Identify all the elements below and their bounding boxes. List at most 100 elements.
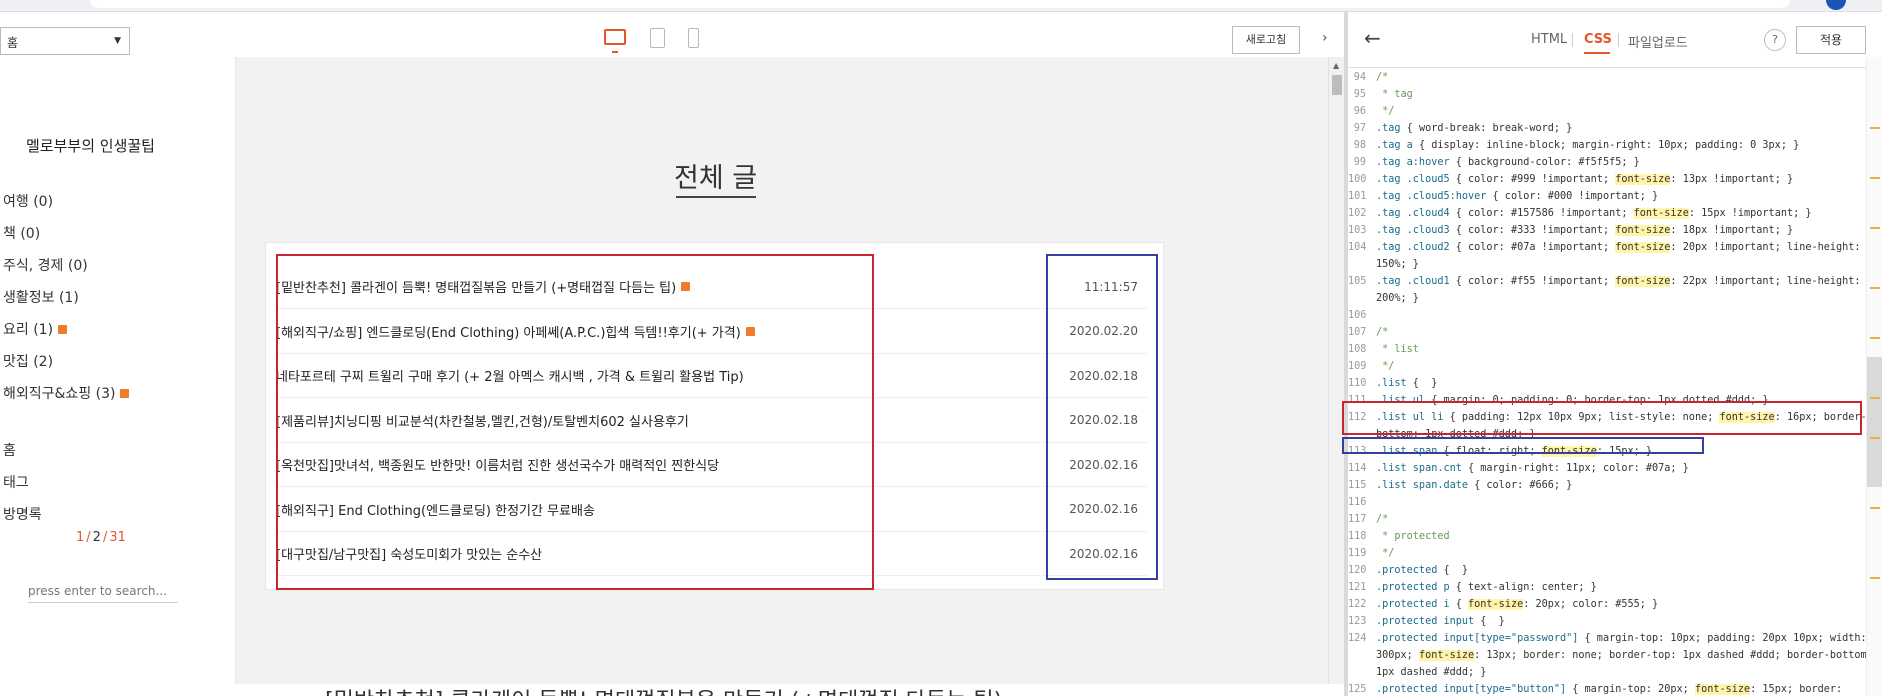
scrollbar-thumb[interactable] (1332, 75, 1342, 95)
category-label: 해외직구&쇼핑 (3) (3, 386, 116, 402)
scroll-up-icon[interactable]: ▲ (1333, 61, 1339, 70)
category-item[interactable]: 주식, 경제 (0) (3, 249, 129, 281)
new-badge-icon (120, 388, 130, 398)
minimap-marker (1870, 577, 1880, 579)
code-line[interactable]: 110 .list { } (1348, 375, 1882, 392)
category-item[interactable]: 맛집 (2) (3, 345, 129, 377)
code-text: 1px dashed #ddd; } (1370, 664, 1486, 681)
code-line[interactable]: 102 .tag .cloud4 { color: #157586 !import… (1348, 205, 1882, 222)
pager-last[interactable]: 31 (109, 530, 126, 545)
code-line[interactable]: 96 */ (1348, 103, 1882, 120)
code-token: font-size (1615, 242, 1671, 253)
tab-css[interactable]: CSS (1584, 32, 1612, 47)
code-line[interactable]: 114 .list span.cnt { margin-right: 11px; … (1348, 460, 1882, 477)
code-text: .protected input[type="button"] { margin… (1370, 681, 1842, 696)
code-text: .protected input { } (1370, 613, 1505, 630)
css-code-editor[interactable]: 94/* 95 * tag 96 */97 .tag { word-break: br… (1348, 69, 1882, 696)
code-text: /* (1370, 511, 1388, 528)
code-line[interactable]: 120 .protected { } (1348, 562, 1882, 579)
code-line[interactable]: 115 .list span.date { color: #666; } (1348, 477, 1882, 494)
code-token: { } (1406, 378, 1438, 389)
code-token: { } (1437, 565, 1469, 576)
post-heading[interactable]: [밑반찬추천] 콜라겐이 듬뿍! 명태껍질볶음 만들기 (+명태껍질 다듬는 팁… (325, 683, 1002, 696)
line-number: 98 (1353, 140, 1366, 151)
code-line[interactable]: 100 .tag .cloud5 { color: #999 !important… (1348, 171, 1882, 188)
nav-item[interactable]: 태그 (3, 466, 42, 498)
code-line[interactable]: 104 .tag .cloud2 { color: #07a !important… (1348, 239, 1882, 256)
code-line[interactable]: 119 */ (1348, 545, 1882, 562)
code-token: { margin-right: 11px; color: #07a; } (1461, 463, 1689, 474)
code-line[interactable]: 117 /* (1348, 511, 1882, 528)
code-token: : 15px !important; } (1688, 208, 1812, 219)
code-line[interactable]: 94 /* (1348, 69, 1882, 86)
code-text: */ (1370, 358, 1394, 375)
preview-scrollbar[interactable]: ▲ (1328, 57, 1344, 684)
code-line[interactable]: 124 .protected input[type="password"] { m… (1348, 630, 1882, 647)
code-line[interactable]: 123 .protected input { } (1348, 613, 1882, 630)
category-item[interactable]: 요리 (1) (3, 313, 129, 345)
code-token: font-size (1633, 208, 1689, 219)
code-line[interactable]: 300px; font-size: 13px; border: none; bo… (1348, 647, 1882, 664)
minimap-thumb[interactable] (1867, 357, 1882, 487)
code-line[interactable]: 107 /* (1348, 324, 1882, 341)
code-token: .protected input[type="password"] (1376, 633, 1579, 644)
tablet-view-icon[interactable] (650, 28, 665, 48)
category-item[interactable]: 생활정보 (1) (3, 281, 129, 313)
line-number: 103 (1348, 225, 1367, 236)
profile-avatar[interactable] (1826, 0, 1846, 10)
mobile-view-icon[interactable] (688, 28, 699, 48)
code-text: .tag a:hover { background-color: #f5f5f5… (1370, 154, 1640, 171)
help-button[interactable]: ? (1764, 29, 1786, 51)
page-select[interactable]: 홈 ▼ (0, 27, 130, 55)
line-number: 94 (1353, 72, 1366, 83)
back-arrow-icon[interactable]: ← (1364, 26, 1381, 50)
code-line[interactable]: 95 * tag (1348, 86, 1882, 103)
blog-title[interactable]: 멜로부부의 인생꿀팁 (26, 135, 155, 156)
code-token: { display: inline-block; margin-right: 1… (1412, 140, 1800, 151)
code-line[interactable]: 122 .protected i { font-size: 20px; color… (1348, 596, 1882, 613)
code-line[interactable]: 101 .tag .cloud5:hover { color: #000 !imp… (1348, 188, 1882, 205)
code-line[interactable]: 116 (1348, 494, 1882, 511)
code-token: { color: #f55 !important; (1449, 276, 1616, 287)
code-line[interactable]: 106 (1348, 307, 1882, 324)
code-line[interactable]: 121 .protected p { text-align: center; } (1348, 579, 1882, 596)
line-number: 110 (1348, 378, 1367, 389)
refresh-button[interactable]: 새로고침 (1232, 26, 1300, 54)
code-line[interactable]: 118 * protected (1348, 528, 1882, 545)
code-text: .tag .cloud4 { color: #157586 !important… (1370, 205, 1812, 222)
nav-item[interactable]: 홈 (3, 434, 42, 466)
category-item[interactable]: 책 (0) (3, 217, 129, 249)
category-item[interactable]: 해외직구&쇼핑 (3) (3, 377, 130, 409)
pager-current[interactable]: 1 (76, 530, 84, 545)
pager-page[interactable]: 2 (93, 530, 101, 545)
category-label: 여행 (0) (3, 194, 54, 210)
minimap-marker (1870, 437, 1880, 439)
editor-minimap[interactable] (1866, 57, 1882, 696)
code-line[interactable]: 1px dashed #ddd; } (1348, 664, 1882, 681)
code-token: 150%; } (1376, 259, 1419, 270)
code-token: * protected (1376, 531, 1450, 542)
code-line[interactable]: 97 .tag { word-break: break-word; } (1348, 120, 1882, 137)
code-token: * tag (1376, 89, 1413, 100)
code-line[interactable]: 125 .protected input[type="button"] { mar… (1348, 681, 1882, 696)
code-token: .tag a (1376, 140, 1413, 151)
search-input[interactable]: press enter to search... (28, 584, 178, 603)
address-bar[interactable] (90, 0, 1790, 8)
code-token: : 22px !important; line-height: (1670, 276, 1861, 287)
tab-file-upload[interactable]: 파일업로드 (1628, 32, 1688, 51)
apply-button[interactable]: 적용 (1796, 26, 1866, 54)
code-line[interactable]: 105 .tag .cloud1 { color: #f55 !important… (1348, 273, 1882, 290)
code-line[interactable]: 109 */ (1348, 358, 1882, 375)
code-line[interactable]: 200%; } (1348, 290, 1882, 307)
tab-html[interactable]: HTML (1531, 32, 1567, 47)
code-line[interactable]: 150%; } (1348, 256, 1882, 273)
nav-item[interactable]: 방명록 (3, 498, 42, 530)
code-line[interactable]: 103 .tag .cloud3 { color: #333 !important… (1348, 222, 1882, 239)
desktop-view-icon[interactable] (604, 29, 626, 53)
category-item[interactable]: 여행 (0) (3, 185, 129, 217)
code-text: /* (1370, 324, 1388, 341)
code-line[interactable]: 98 .tag a { display: inline-block; margin… (1348, 137, 1882, 154)
code-line[interactable]: 108 * list (1348, 341, 1882, 358)
code-line[interactable]: 99 .tag a:hover { background-color: #f5f5… (1348, 154, 1882, 171)
chevron-right-icon[interactable]: › (1322, 30, 1328, 46)
